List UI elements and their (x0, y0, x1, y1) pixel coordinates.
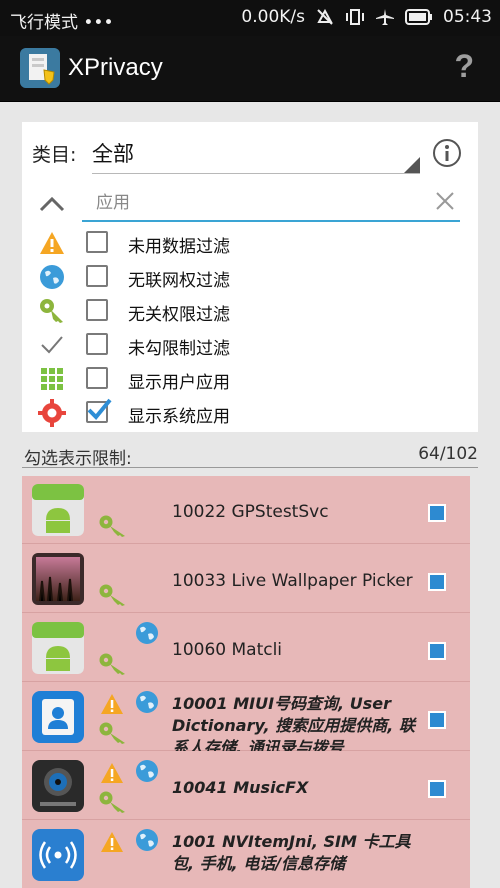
mute-icon (317, 8, 333, 25)
filter-label: 显示用户应用 (128, 373, 230, 393)
help-button[interactable]: ? (454, 48, 474, 85)
search-input[interactable] (96, 190, 416, 216)
wireless-icon (32, 829, 84, 881)
key-icon (40, 299, 63, 323)
checkmark-icon (41, 336, 63, 354)
filter-row-no-internet[interactable]: 无联网权过滤 (22, 260, 478, 293)
app-row[interactable]: 1001 NVItemJni, SIM 卡工具包, 手机, 电话/信息存储 (22, 821, 470, 888)
app-row[interactable]: 10060 Matcli (22, 614, 470, 682)
filter-row-unused-data[interactable]: 未用数据过滤 (22, 226, 478, 259)
key-icon (99, 722, 125, 744)
restriction-hint: 勾选表示限制: (24, 449, 132, 469)
app-name: 10060 Matcli (172, 640, 283, 660)
filter-label: 未勾限制过滤 (128, 339, 230, 359)
filter-panel: 类目: 全部 未用数据过滤 无联网权过滤 (22, 122, 478, 432)
app-row[interactable]: 10033 Live Wallpaper Picker (22, 545, 470, 613)
app-row[interactable]: 10001 MIUI号码查询, User Dictionary, 搜索应用提供商… (22, 683, 470, 751)
xprivacy-logo-icon[interactable] (20, 48, 60, 88)
contacts-icon (32, 691, 84, 743)
key-icon (99, 653, 125, 675)
grid-icon (41, 368, 63, 390)
status-time: 05:43 (443, 7, 492, 27)
category-label: 类目: (32, 144, 77, 166)
info-icon[interactable] (432, 138, 462, 168)
filter-checkbox-checked[interactable] (86, 398, 112, 423)
category-value: 全部 (92, 142, 134, 166)
restriction-checkbox[interactable] (428, 642, 446, 660)
app-name: 1001 NVItemJni, SIM 卡工具包, 手机, 电话/信息存储 (172, 832, 411, 873)
status-bar: 飞行模式 ••• 0.00K/s 05:43 (0, 0, 500, 36)
airplane-icon (376, 9, 394, 25)
filter-row-system-apps[interactable]: 显示系统应用 (22, 396, 478, 429)
gear-icon (38, 399, 66, 427)
restriction-checkbox[interactable] (428, 711, 446, 729)
app-list[interactable]: 10022 GPStestSvc 10033 Live Wallpaper Pi… (22, 476, 470, 888)
globe-icon (136, 622, 158, 644)
warning-icon (40, 232, 64, 254)
android-icon (32, 484, 84, 536)
globe-icon (40, 265, 64, 289)
main-content: 类目: 全部 未用数据过滤 无联网权过滤 (0, 102, 500, 888)
globe-icon (136, 760, 158, 782)
restriction-checkbox[interactable] (428, 504, 446, 522)
globe-icon (136, 829, 158, 851)
spinner-triangle-icon (404, 157, 420, 173)
warning-icon (101, 694, 123, 714)
restriction-checkbox[interactable] (428, 780, 446, 798)
status-carrier: 飞行模式 ••• (10, 13, 114, 33)
app-row[interactable]: 10041 MusicFX (22, 752, 470, 820)
app-row[interactable]: 10022 GPStestSvc (22, 476, 470, 544)
app-count: 64/102 (418, 444, 478, 464)
speaker-icon (32, 760, 84, 812)
filter-checkbox[interactable] (86, 265, 108, 287)
action-bar: XPrivacy ? (0, 36, 500, 102)
status-speed: 0.00K/s (241, 7, 305, 27)
filter-checkbox[interactable] (86, 367, 108, 389)
filter-row-irrelevant-permissions[interactable]: 无关权限过滤 (22, 294, 478, 327)
key-icon (99, 515, 125, 537)
filter-checkbox[interactable] (86, 333, 108, 355)
filter-label: 无联网权过滤 (128, 271, 230, 291)
clear-icon[interactable] (434, 190, 456, 212)
vibrate-icon (346, 9, 364, 25)
app-title: XPrivacy (68, 54, 163, 81)
filter-label: 无关权限过滤 (128, 305, 230, 325)
divider (22, 467, 478, 468)
app-name: 10001 MIUI号码查询, User Dictionary, 搜索应用提供商… (172, 694, 415, 751)
warning-icon (101, 763, 123, 783)
status-right: 0.00K/s 05:43 (241, 7, 492, 27)
chevron-up-icon[interactable] (38, 194, 66, 214)
globe-icon (136, 691, 158, 713)
key-icon (99, 584, 125, 606)
battery-icon (405, 9, 432, 25)
wallpaper-icon (32, 553, 84, 605)
filter-row-unchecked[interactable]: 未勾限制过滤 (22, 328, 478, 361)
search-field[interactable] (82, 186, 460, 222)
warning-icon (101, 832, 123, 852)
app-name: 10022 GPStestSvc (172, 502, 329, 522)
app-name: 10041 MusicFX (172, 778, 309, 797)
restriction-checkbox[interactable] (428, 573, 446, 591)
category-spinner[interactable]: 全部 (92, 138, 420, 174)
filter-checkbox[interactable] (86, 299, 108, 321)
key-icon (99, 791, 125, 813)
checkmark-icon (87, 398, 112, 420)
filter-label: 显示系统应用 (128, 407, 230, 427)
app-name: 10033 Live Wallpaper Picker (172, 571, 413, 591)
filter-row-user-apps[interactable]: 显示用户应用 (22, 362, 478, 395)
android-icon (32, 622, 84, 674)
filter-label: 未用数据过滤 (128, 237, 230, 257)
filter-checkbox[interactable] (86, 231, 108, 253)
